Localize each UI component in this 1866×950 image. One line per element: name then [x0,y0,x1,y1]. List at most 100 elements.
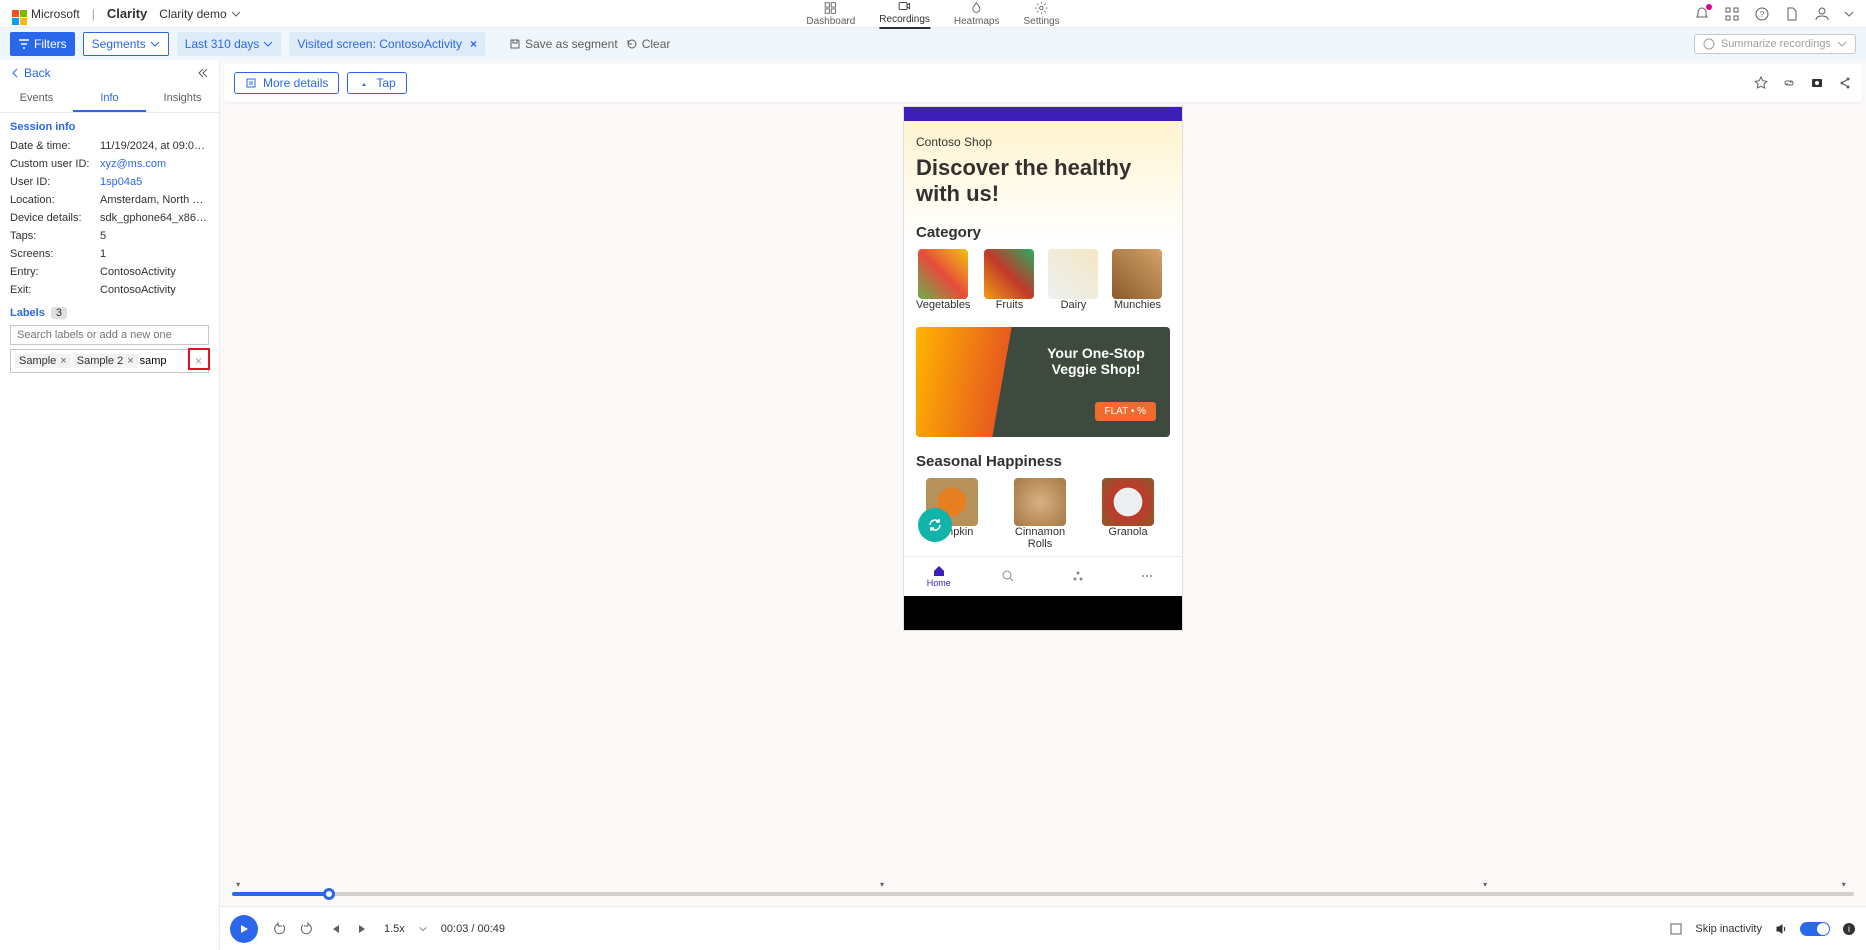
visited-screen-chip[interactable]: Visited screen: ContosoActivity × [289,32,485,56]
category-item[interactable]: Fruits [984,249,1034,311]
project-dropdown[interactable]: Clarity demo [159,7,240,21]
sync-fab[interactable] [918,508,952,542]
playback-time: 00:03 / 00:49 [441,923,505,935]
more-details-label: More details [263,76,328,90]
rewind-icon[interactable] [272,922,286,936]
play-button[interactable] [230,915,258,943]
nav-more[interactable] [1113,557,1183,596]
promo-banner[interactable]: Your One-Stop Veggie Shop! FLAT • % [916,327,1170,437]
forward-icon[interactable] [300,922,314,936]
category-item[interactable]: Vegetables [916,249,970,311]
clear-label: Clear [642,37,671,51]
seasonal-item[interactable]: Cinnamon Rolls [1004,478,1076,550]
nav-cart[interactable] [1043,557,1113,596]
custom-uid-value[interactable]: xyz@ms.com [100,158,209,170]
date-range-chip[interactable]: Last 310 days [177,32,282,56]
filters-button[interactable]: Filters [10,32,75,56]
microsoft-label: Microsoft [31,7,80,21]
nav-search[interactable] [974,557,1044,596]
share-icon[interactable] [1838,76,1852,90]
seasonal-item[interactable]: Granola [1092,478,1164,550]
document-icon[interactable] [1784,6,1800,22]
clear-icon [626,38,638,50]
timeline-track[interactable] [232,892,1854,896]
category-item[interactable]: Munchies [1112,249,1162,311]
visited-screen-label: Visited screen: ContosoActivity [297,37,462,51]
account-icon[interactable] [1814,6,1830,22]
seasonal-row: Pumpkin Cinnamon Rolls Granola [916,478,1170,550]
main-nav: Dashboard Recordings Heatmaps Settings [806,0,1059,29]
save-segment-button[interactable]: Save as segment [509,37,618,51]
back-label: Back [24,66,51,80]
phone-body: Contoso Shop Discover the healthy with u… [904,121,1182,556]
svg-text:i: i [1848,924,1850,934]
segments-label: Segments [92,37,146,51]
timeline-marker: ▾ [1842,880,1846,889]
chevron-down-icon [231,9,241,19]
volume-icon[interactable] [1774,922,1788,936]
exit-value: ContosoActivity [100,284,209,296]
labels-search-input[interactable] [10,325,209,345]
account-chevron-icon[interactable] [1844,9,1854,19]
viewer-toolbar: More details Tap [224,64,1862,102]
timeline-marker: ▾ [1483,880,1487,889]
label-tag: Sample× [15,354,71,368]
notifications-icon[interactable] [1694,6,1710,22]
star-icon[interactable] [1754,76,1768,90]
playback-speed[interactable]: 1.5x [384,923,405,935]
link-icon[interactable] [1782,76,1796,90]
help-icon[interactable]: ? [1754,6,1770,22]
settings-icon [1035,1,1049,15]
tab-insights[interactable]: Insights [146,86,219,112]
tab-events[interactable]: Events [0,86,73,112]
remove-chip-icon[interactable]: × [470,37,477,51]
clear-input-icon[interactable]: × [195,354,202,368]
screenshot-icon[interactable] [1810,76,1824,90]
nav-heatmaps[interactable]: Heatmaps [954,1,1000,29]
uid-value[interactable]: 1sp04a5 [100,176,209,188]
svg-text:?: ? [1760,10,1765,19]
date-time-key: Date & time: [10,140,100,152]
shop-name: Contoso Shop [916,135,1170,149]
side-tabs: Events Info Insights [0,86,219,113]
back-button[interactable]: Back [0,60,219,86]
nav-settings-label: Settings [1023,16,1059,27]
date-time-value: 11/19/2024, at 09:04 PM [100,140,209,152]
chevron-down-icon [1837,39,1847,49]
chevron-down-icon[interactable] [419,925,427,933]
summarize-recordings-button[interactable]: Summarize recordings [1694,34,1856,54]
nav-home[interactable]: Home [904,557,974,596]
timeline-marker: ▾ [236,880,240,889]
label-input[interactable] [140,355,180,367]
banner-button[interactable]: FLAT • % [1095,402,1156,421]
more-icon [1140,569,1154,583]
remove-tag-icon[interactable]: × [60,355,66,367]
phone-frame: Contoso Shop Discover the healthy with u… [903,106,1183,631]
apps-icon[interactable] [1724,6,1740,22]
segments-button[interactable]: Segments [83,32,169,56]
more-details-button[interactable]: More details [234,72,339,94]
tap-button[interactable]: Tap [347,72,406,94]
date-range-label: Last 310 days [185,37,260,51]
nav-recordings[interactable]: Recordings [879,0,930,29]
phone-bottom-nav: Home [904,556,1182,596]
info-icon[interactable]: i [1842,922,1856,936]
clear-button[interactable]: Clear [626,37,671,51]
nav-settings[interactable]: Settings [1023,1,1059,29]
category-item[interactable]: Dairy [1048,249,1098,311]
labels-tag-box[interactable]: Sample× Sample 2× × [10,349,209,373]
screens-value: 1 [100,248,209,260]
volume-toggle[interactable] [1800,922,1830,936]
location-key: Location: [10,194,100,206]
remove-tag-icon[interactable]: × [127,355,133,367]
timeline[interactable]: ▾ ▾ ▾ ▾ [228,880,1858,906]
viewer-column: More details Tap Contoso Shop Discover t… [220,60,1866,950]
next-icon[interactable] [356,922,370,936]
timeline-handle[interactable] [323,888,335,900]
chevron-down-icon [263,39,273,49]
checkbox-icon[interactable] [1669,922,1683,936]
collapse-panel-icon[interactable] [197,67,209,79]
tab-info[interactable]: Info [73,86,146,112]
prev-icon[interactable] [328,922,342,936]
nav-dashboard[interactable]: Dashboard [806,1,855,29]
